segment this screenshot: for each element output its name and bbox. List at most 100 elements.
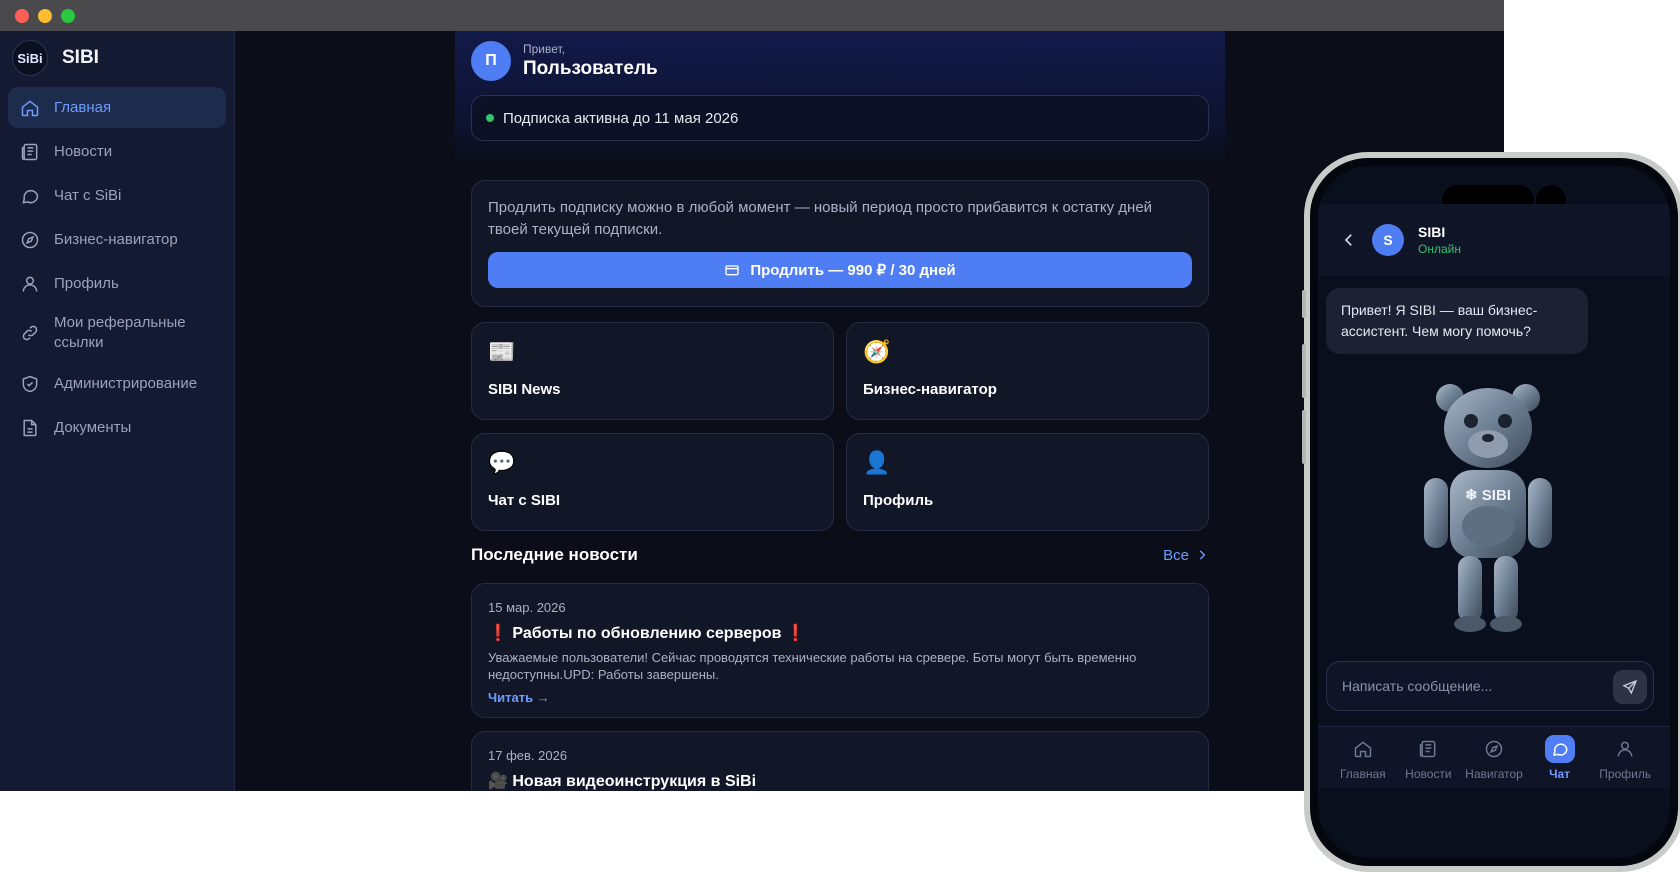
avatar[interactable]: П xyxy=(471,41,511,81)
news-card[interactable]: 17 фев. 2026 🎥 Новая видеоинструкция в S… xyxy=(471,731,1209,791)
renew-button-label: Продлить — 990 ₽ / 30 дней xyxy=(750,262,956,279)
subscription-status-pill: Подписка активна до 11 мая 2026 xyxy=(471,95,1209,141)
credit-card-icon xyxy=(725,265,739,276)
tab-label: Профиль xyxy=(1599,767,1652,781)
title-bar xyxy=(0,0,1504,31)
sidebar-item-chat[interactable]: Чат с SiBi xyxy=(8,175,226,216)
tile-chat[interactable]: 💬 Чат с SIBI xyxy=(471,433,834,531)
news-section-title: Последние новости xyxy=(471,545,638,564)
greeting-header: П Привет, Пользователь Подписка активна … xyxy=(455,31,1225,164)
robot-bear-mascot-image: ❄ SIBI xyxy=(1424,384,1552,632)
tile-sibi-news[interactable]: 📰 SIBI News xyxy=(471,322,834,420)
tab-profile[interactable]: Профиль xyxy=(1592,727,1658,788)
phone-mockup: S SIBI Онлайн Привет! Я SIBI — ваш бизне… xyxy=(1302,152,1680,872)
sidebar-item-label: Бизнес-навигатор xyxy=(54,231,178,248)
sibi-logo: SiBi xyxy=(12,40,48,76)
sidebar-item-business-navigator[interactable]: Бизнес-навигатор xyxy=(8,219,226,260)
sidebar-item-home[interactable]: Главная xyxy=(8,87,226,128)
tile-profile[interactable]: 👤 Профиль xyxy=(846,433,1209,531)
chat-name: SIBI xyxy=(1418,224,1446,240)
news-card[interactable]: 15 мар. 2026 ❗ Работы по обновлению серв… xyxy=(471,583,1209,718)
phone-side-button xyxy=(1302,410,1306,464)
tab-label: Навигатор xyxy=(1465,767,1523,781)
compass-icon xyxy=(1485,740,1503,758)
greeting-text: Привет, xyxy=(523,42,566,56)
sidebar-item-label: Администрирование xyxy=(54,375,198,392)
newspaper-icon xyxy=(1420,740,1436,758)
mascot-chest-label: ❄ SIBI xyxy=(1465,487,1511,504)
brand[interactable]: SiBi SIBI xyxy=(0,31,234,77)
minimize-window-button[interactable] xyxy=(38,8,52,23)
tab-label: Чат xyxy=(1549,767,1571,781)
sidebar-item-profile[interactable]: Профиль xyxy=(8,263,226,304)
tab-label: Главная xyxy=(1339,767,1386,781)
user-name: Пользователь xyxy=(523,58,658,79)
bot-message-bubble: Привет! Я SIBI — ваш бизнес-ассистент. Ч… xyxy=(1326,288,1588,354)
tab-news[interactable]: Новости xyxy=(1396,727,1462,788)
tab-label: Новости xyxy=(1405,767,1452,781)
tab-navigator[interactable]: Навигатор xyxy=(1461,727,1527,788)
newspaper-icon xyxy=(21,143,38,160)
phone-screen: S SIBI Онлайн Привет! Я SIBI — ваш бизне… xyxy=(1318,166,1670,858)
speech-bubble-emoji-icon: 💬 xyxy=(488,450,516,475)
news-excerpt: Уважаемые пользователи! Сейчас проводятс… xyxy=(488,650,1137,682)
chat-header: S SIBI Онлайн xyxy=(1318,204,1670,276)
news-section-header: Последние новости Все xyxy=(471,545,1209,565)
sidebar-item-referral-links[interactable]: Мои реферальные ссылки xyxy=(8,307,226,359)
maximize-window-button[interactable] xyxy=(61,8,75,23)
send-icon xyxy=(1622,679,1638,695)
sidebar: SiBi SIBI Главная Новости Чат с SiBi Биз… xyxy=(0,31,235,791)
home-icon xyxy=(1354,741,1372,758)
user-icon xyxy=(1617,741,1633,757)
sidebar-item-documents[interactable]: Документы xyxy=(8,407,226,448)
read-more-link[interactable]: Читать → xyxy=(488,690,1192,705)
news-title: 🎥 Новая видеоинструкция в SiBi xyxy=(488,773,757,790)
brand-name: SIBI xyxy=(62,47,99,68)
all-news-label: Все xyxy=(1163,546,1189,564)
news-date: 15 мар. 2026 xyxy=(488,600,566,615)
tile-label: SIBI News xyxy=(488,381,561,398)
tile-label: Чат с SIBI xyxy=(488,492,561,509)
sidebar-nav: Главная Новости Чат с SiBi Бизнес-навига… xyxy=(0,77,234,448)
tab-chat[interactable]: Чат xyxy=(1527,727,1593,788)
chat-icon xyxy=(22,189,39,204)
sidebar-item-label: Чат с SiBi xyxy=(54,187,122,204)
sidebar-item-administration[interactable]: Администрирование xyxy=(8,363,226,404)
renew-button[interactable]: Продлить — 990 ₽ / 30 дней xyxy=(488,252,1192,288)
tab-home[interactable]: Главная xyxy=(1330,727,1396,788)
newspaper-emoji-icon: 📰 xyxy=(488,339,516,364)
content-column: П Привет, Пользователь Подписка активна … xyxy=(455,31,1225,791)
subscription-status: Подписка активна до 11 мая 2026 xyxy=(503,109,739,127)
shield-icon xyxy=(22,375,38,392)
sidebar-item-label: Главная xyxy=(54,99,112,116)
send-button[interactable] xyxy=(1613,670,1647,704)
status-dot-icon xyxy=(486,114,494,122)
message-input-placeholder: Написать сообщение... xyxy=(1342,678,1493,694)
phone-side-button xyxy=(1302,290,1306,318)
link-icon xyxy=(22,325,38,341)
news-title: ❗ Работы по обновлению серверов ❗ xyxy=(488,625,806,642)
chat-icon xyxy=(1552,743,1568,756)
all-news-link[interactable]: Все xyxy=(1163,547,1209,564)
sidebar-item-label: Новости xyxy=(54,143,113,160)
document-icon xyxy=(23,419,37,436)
tile-label: Профиль xyxy=(863,492,934,509)
close-window-button[interactable] xyxy=(15,8,29,23)
message-input[interactable]: Написать сообщение... xyxy=(1326,661,1654,711)
renew-text: Продлить подписку можно в любой момент —… xyxy=(488,199,1153,238)
back-arrow-icon[interactable] xyxy=(1340,231,1358,249)
sidebar-item-label: Профиль xyxy=(54,275,119,292)
phone-side-button xyxy=(1302,344,1306,398)
news-date: 17 фев. 2026 xyxy=(488,748,568,763)
chat-status: Онлайн xyxy=(1418,242,1461,256)
chat-avatar: S xyxy=(1372,224,1404,256)
compass-icon xyxy=(21,231,39,248)
sidebar-item-label: Мои реферальные ссылки xyxy=(54,314,186,351)
tile-business-navigator[interactable]: 🧭 Бизнес-навигатор xyxy=(846,322,1209,420)
app-window: SiBi SIBI Главная Новости Чат с SiBi Биз… xyxy=(0,0,1504,791)
renew-card: Продлить подписку можно в любой момент —… xyxy=(471,180,1209,307)
compass-emoji-icon: 🧭 xyxy=(863,339,891,364)
phone-tab-bar: Главная Новости Навигатор Чат Профиль xyxy=(1318,726,1670,788)
sidebar-item-news[interactable]: Новости xyxy=(8,131,226,172)
sidebar-item-label: Документы xyxy=(54,419,132,436)
